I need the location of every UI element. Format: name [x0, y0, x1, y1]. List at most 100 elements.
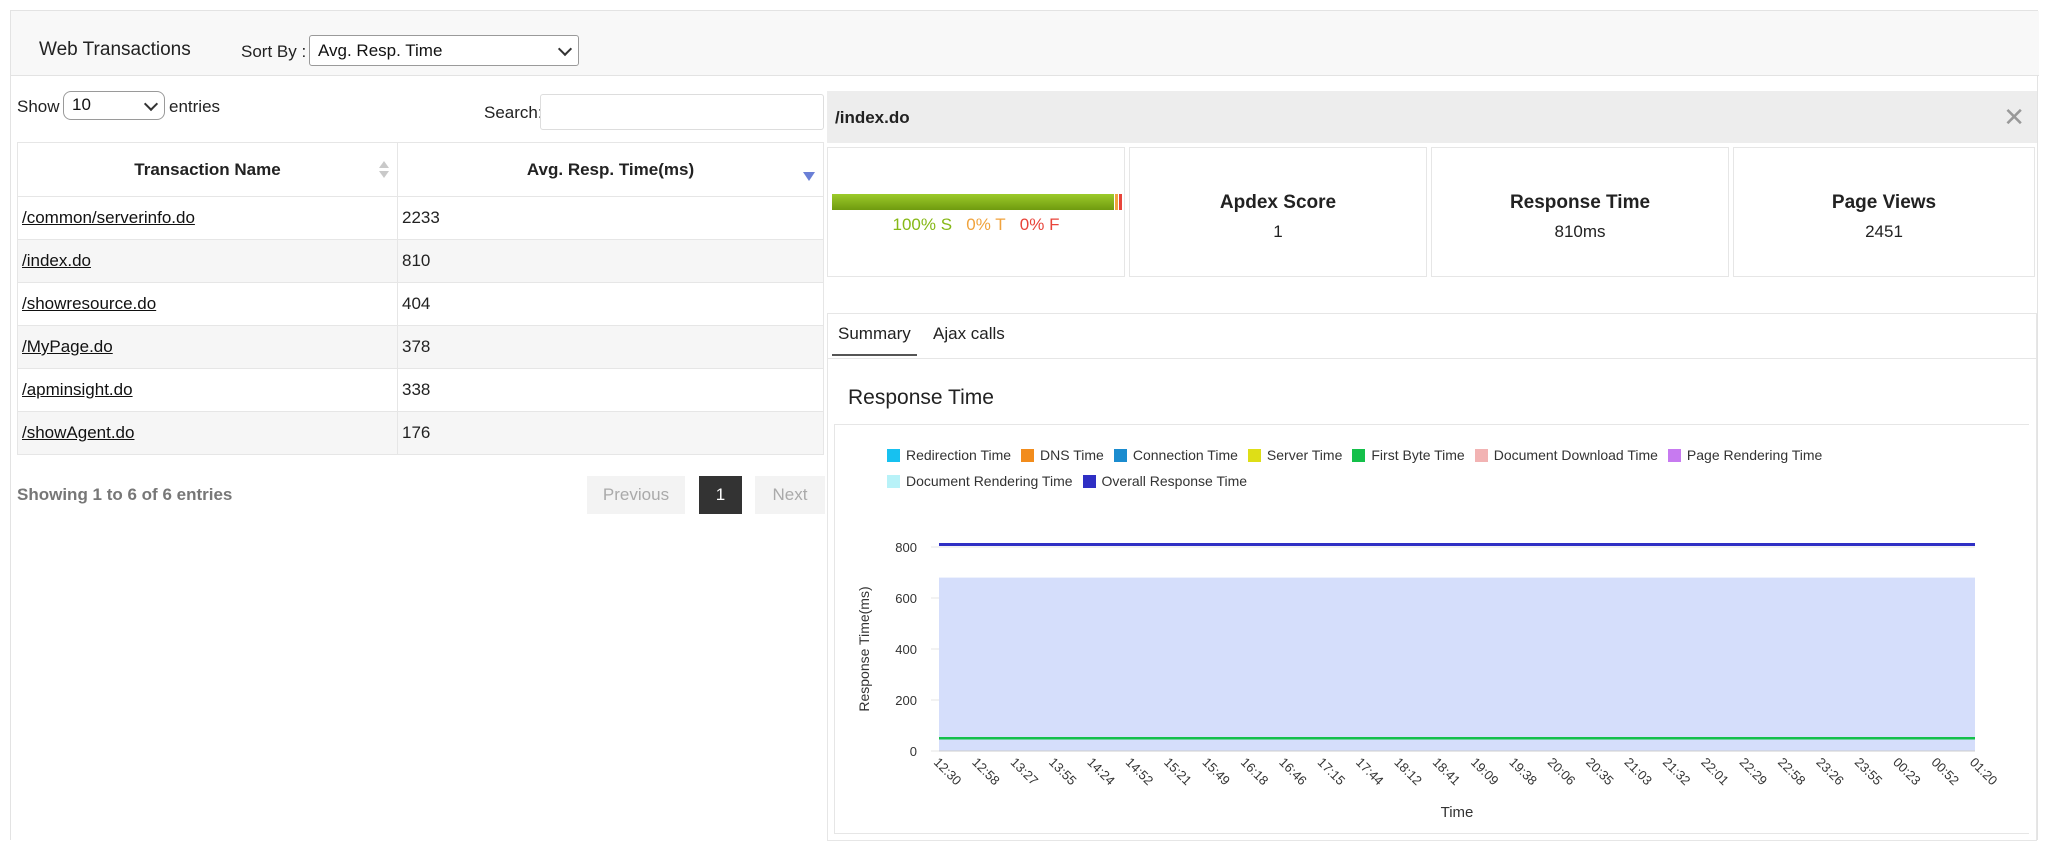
x-tick-label: 22:29: [1737, 755, 1771, 789]
avg-resp-time-cell: 404: [397, 282, 824, 326]
x-tick-label: 00:23: [1890, 755, 1924, 789]
page-views-card: Page Views 2451: [1733, 147, 2035, 277]
y-tick-label: 0: [910, 744, 917, 759]
apdex-labels: 100% S 0% T 0% F: [828, 215, 1124, 235]
entries-label: entries: [169, 97, 221, 116]
column-header-label: Transaction Name: [134, 159, 281, 179]
chevron-down-icon: [143, 96, 159, 112]
previous-page-button[interactable]: Previous: [587, 476, 685, 514]
transaction-link[interactable]: /apminsight.do: [22, 380, 133, 399]
y-tick-label: 800: [895, 540, 917, 555]
table-row: /apminsight.do 338: [17, 368, 824, 412]
x-tick-label: 14:24: [1084, 755, 1118, 789]
transaction-name-cell: /showresource.do: [17, 282, 398, 326]
apdex-breakdown-card: 100% S 0% T 0% F: [827, 147, 1125, 277]
column-header-avg-resp-time[interactable]: Avg. Resp. Time(ms): [397, 142, 824, 197]
x-tick-label: 20:06: [1545, 755, 1579, 789]
transaction-name-cell: /apminsight.do: [17, 368, 398, 412]
x-tick-label: 19:38: [1506, 755, 1540, 789]
tab-ajax-calls[interactable]: Ajax calls: [933, 324, 1005, 344]
transaction-link[interactable]: /common/serverinfo.do: [22, 208, 195, 227]
x-tick-label: 13:55: [1046, 755, 1080, 789]
apdex-satisfied-label: 100% S: [892, 215, 953, 234]
card-title: Apdex Score: [1219, 192, 1337, 213]
x-tick-label: 01:20: [1967, 755, 2001, 789]
page-title: Web Transactions: [39, 39, 191, 60]
show-label: Show: [17, 97, 60, 116]
card-title: Page Views: [1831, 192, 1937, 213]
apdex-tolerating-segment: [1115, 194, 1118, 210]
card-value: 1: [1273, 222, 1283, 241]
x-tick-label: 12:58: [969, 755, 1003, 789]
x-tick-label: 15:49: [1199, 755, 1233, 789]
transaction-name-cell: /index.do: [17, 239, 398, 283]
x-tick-label: 21:03: [1622, 755, 1656, 789]
page-rendering-area: [939, 577, 1975, 751]
entries-per-page-select[interactable]: 10: [63, 91, 165, 120]
x-tick-label: 12:30: [931, 755, 965, 789]
card-value: 2451: [1865, 222, 1903, 241]
chart-title: Response Time: [848, 386, 994, 409]
close-icon[interactable]: ✕: [2003, 102, 2025, 133]
card-value: 810ms: [1554, 222, 1606, 241]
search-input[interactable]: [540, 94, 824, 130]
x-tick-label: 14:52: [1123, 755, 1157, 789]
table-row: /common/serverinfo.do 2233: [17, 196, 824, 240]
apdex-tolerating-label: 0% T: [966, 215, 1006, 234]
x-axis-label: Time: [1441, 804, 1474, 821]
x-tick-label: 00:52: [1929, 755, 1963, 789]
y-tick-label: 600: [895, 591, 917, 606]
header-bar: Web Transactions Sort By : Avg. Resp. Ti…: [11, 11, 2039, 76]
x-tick-label: 22:58: [1775, 755, 1809, 789]
x-tick-label: 23:55: [1852, 755, 1886, 789]
table-row: /index.do 810: [17, 239, 824, 283]
sort-by-value: Avg. Resp. Time: [318, 41, 443, 60]
x-tick-label: 20:35: [1583, 755, 1617, 789]
x-tick-label: 16:18: [1238, 755, 1272, 789]
x-tick-label: 13:27: [1008, 755, 1042, 789]
next-page-button[interactable]: Next: [755, 476, 825, 514]
detail-tabs-container: Summary Ajax calls Response Time Redirec…: [827, 313, 2037, 841]
transaction-name-cell: /showAgent.do: [17, 411, 398, 455]
transaction-link[interactable]: /showAgent.do: [22, 423, 134, 442]
y-tick-label: 200: [895, 693, 917, 708]
page-1-button[interactable]: 1: [699, 476, 742, 514]
x-tick-label: 18:12: [1391, 755, 1425, 789]
search-label: Search:: [484, 103, 543, 122]
sort-desc-icon: [803, 172, 815, 181]
x-tick-label: 15:21: [1161, 755, 1195, 789]
sort-by-select[interactable]: Avg. Resp. Time: [309, 35, 579, 66]
x-tick-label: 19:09: [1468, 755, 1502, 789]
transaction-link[interactable]: /MyPage.do: [22, 337, 113, 356]
apdex-score-card: Apdex Score 1: [1129, 147, 1427, 277]
x-tick-label: 18:41: [1430, 755, 1464, 789]
tab-divider: [828, 358, 2036, 359]
x-tick-label: 22:01: [1698, 755, 1732, 789]
transaction-link[interactable]: /showresource.do: [22, 294, 156, 313]
response-time-card: Response Time 810ms: [1431, 147, 1729, 277]
sort-both-icon: [379, 161, 389, 179]
transaction-name-cell: /MyPage.do: [17, 325, 398, 369]
column-header-label: Avg. Resp. Time(ms): [526, 159, 695, 179]
avg-resp-time-cell: 338: [397, 368, 824, 412]
transactions-table: Transaction Name Avg. Resp. Time(ms) /co…: [17, 142, 824, 455]
web-transactions-page: Web Transactions Sort By : Avg. Resp. Ti…: [10, 10, 2039, 841]
detail-header: /index.do ✕: [827, 91, 2037, 143]
tab-summary[interactable]: Summary: [832, 324, 917, 356]
column-header-transaction-name[interactable]: Transaction Name: [17, 142, 398, 197]
detail-path: /index.do: [835, 108, 910, 127]
chart-svg: 0 200 400 600 800 Response Time(ms) 12:30 12:58…: [856, 540, 2001, 821]
avg-resp-time-cell: 176: [397, 411, 824, 455]
pagination-summary: Showing 1 to 6 of 6 entries: [17, 485, 233, 504]
apdex-frustrated-segment: [1119, 194, 1122, 210]
apdex-satisfied-segment: [832, 194, 1114, 210]
transaction-name-cell: /common/serverinfo.do: [17, 196, 398, 240]
transaction-detail-panel: /index.do ✕ 100% S 0% T 0% F Apdex Score…: [827, 91, 2037, 841]
x-tick-label: 17:44: [1353, 755, 1387, 789]
y-axis-label: Response Time(ms): [856, 586, 872, 711]
y-tick-label: 400: [895, 642, 917, 657]
table-row: /showAgent.do 176: [17, 411, 824, 455]
card-title: Response Time: [1509, 192, 1651, 213]
transaction-link[interactable]: /index.do: [22, 251, 91, 270]
entries-per-page-value: 10: [72, 95, 91, 114]
